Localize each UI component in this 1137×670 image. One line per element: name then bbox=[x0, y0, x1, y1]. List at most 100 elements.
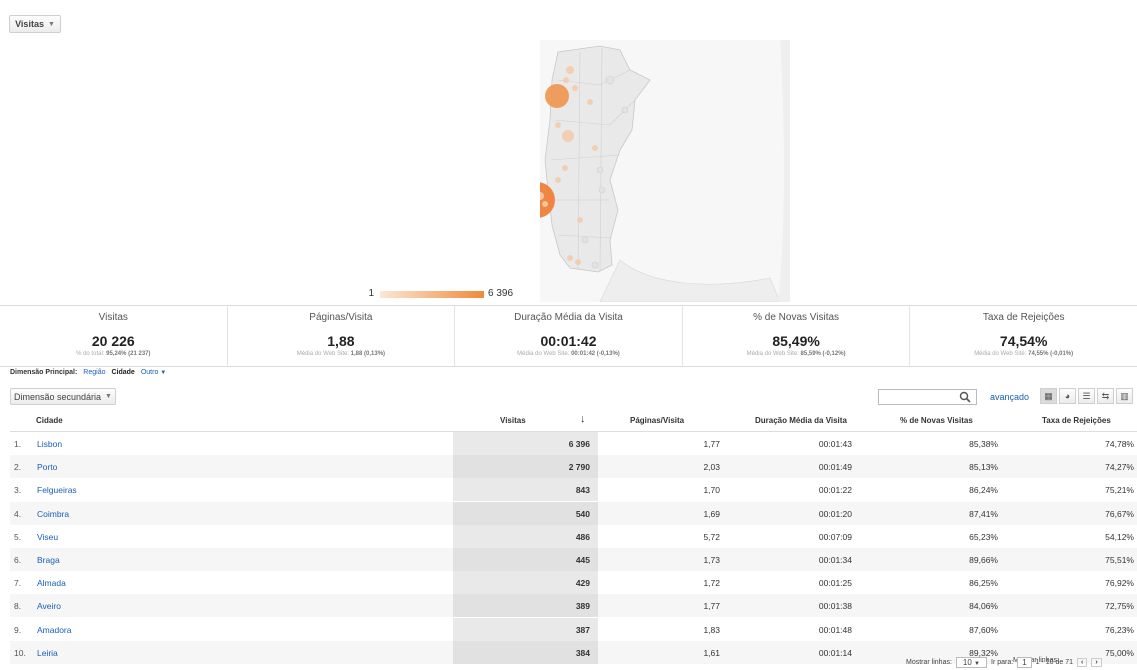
row-number: 6. bbox=[14, 555, 22, 565]
table-row: 1. Lisbon 6 396 1,77 00:01:43 85,38% 74,78% bbox=[10, 432, 1137, 455]
metric-selector-label: Visitas bbox=[15, 19, 44, 29]
visits-value: 486 bbox=[575, 531, 590, 542]
row-number: 9. bbox=[14, 624, 22, 635]
row-number: 5. bbox=[14, 531, 22, 542]
visits-value: 429 bbox=[575, 578, 590, 589]
advanced-filter-link[interactable]: avançado bbox=[990, 392, 1029, 402]
new-visits-value: 85,38% bbox=[969, 439, 998, 449]
city-link[interactable]: Braga bbox=[37, 555, 60, 565]
duration-value: 00:01:34 bbox=[818, 555, 852, 565]
visits-value: 2 790 bbox=[568, 462, 590, 473]
row-number: 1. bbox=[14, 439, 22, 449]
bounce-value: 76,67% bbox=[1105, 508, 1134, 519]
city-link[interactable]: Viseu bbox=[37, 532, 58, 542]
city-link[interactable]: Lisbon bbox=[37, 439, 62, 449]
legend-max: 6 396 bbox=[488, 288, 514, 299]
chevron-down-icon: ▼ bbox=[47, 20, 55, 28]
table-row: 3. Felgueiras 843 1,70 00:01:22 86,24% 75,21% bbox=[10, 478, 1137, 502]
duration-value: 00:07:09 bbox=[818, 531, 852, 542]
table-row: 9. Amadora 387 1,83 00:01:48 87,60% 76,23% bbox=[10, 617, 1137, 641]
row-number: 7. bbox=[14, 578, 22, 589]
pages-value: 1,77 bbox=[703, 601, 720, 612]
dimension-city[interactable]: Cidade bbox=[111, 369, 134, 376]
new-visits-value: 86,25% bbox=[969, 578, 998, 589]
bar-view-icon[interactable]: ☰ bbox=[1078, 388, 1095, 404]
header-city[interactable]: Cidade bbox=[36, 416, 63, 425]
bounce-value: 75,51% bbox=[1105, 555, 1134, 565]
pagination-controls: Mostrar linhas: 10 ▼ Ir para: 1 1 - 10 d… bbox=[906, 657, 1102, 668]
dimension-other[interactable]: Outro ▼ bbox=[141, 369, 166, 376]
duration-value: 00:01:49 bbox=[818, 462, 852, 473]
new-visits-value: 87,60% bbox=[969, 624, 998, 635]
bounce-value: 74,27% bbox=[1105, 462, 1134, 473]
row-number: 3. bbox=[14, 485, 22, 496]
summary-duration: Duração Média da Visita 00:01:42 Média d… bbox=[455, 306, 683, 366]
new-visits-value: 65,23% bbox=[969, 531, 998, 542]
pages-value: 1,73 bbox=[703, 555, 720, 565]
new-visits-value: 84,06% bbox=[969, 601, 998, 612]
visits-value: 843 bbox=[575, 485, 590, 496]
table-row: 5. Viseu 486 5,72 00:07:09 65,23% 54,12% bbox=[10, 524, 1137, 548]
city-link[interactable]: Aveiro bbox=[37, 601, 61, 611]
chevron-down-icon: ▼ bbox=[160, 370, 167, 376]
chevron-down-icon: ▼ bbox=[974, 661, 980, 667]
table-view-icon[interactable]: ▦ bbox=[1040, 388, 1057, 404]
table-header: Cidade Visitas ↓ Páginas/Visita Duração … bbox=[10, 410, 1137, 432]
duration-value: 00:01:22 bbox=[818, 485, 852, 496]
duration-value: 00:01:43 bbox=[818, 439, 852, 449]
pages-value: 1,77 bbox=[703, 439, 720, 449]
pages-value: 1,83 bbox=[703, 624, 720, 635]
summary-pages: Páginas/Visita 1,88 Média do Web Site: 1… bbox=[228, 306, 456, 366]
summary-new-visits: % de Novas Visitas 85,49% Média do Web S… bbox=[683, 306, 911, 366]
visits-value: 6 396 bbox=[568, 439, 590, 449]
new-visits-value: 85,13% bbox=[969, 462, 998, 473]
comparison-view-icon[interactable]: ⇆ bbox=[1097, 388, 1114, 404]
table-row: 4. Coimbra 540 1,69 00:01:20 87,41% 76,67% bbox=[10, 501, 1137, 525]
pages-value: 1,70 bbox=[703, 485, 720, 496]
legend-min: 1 bbox=[368, 288, 374, 299]
prev-page-icon[interactable]: ‹ bbox=[1077, 658, 1088, 667]
dimension-region[interactable]: Região bbox=[83, 369, 105, 376]
header-pages[interactable]: Páginas/Visita bbox=[630, 416, 684, 425]
pie-view-icon[interactable]: ◕ bbox=[1059, 388, 1076, 404]
secondary-dimension-button[interactable]: Dimensão secundária ▼ bbox=[10, 388, 116, 405]
bounce-value: 76,23% bbox=[1105, 624, 1134, 635]
visits-value: 387 bbox=[575, 624, 590, 635]
header-duration[interactable]: Duração Média da Visita bbox=[755, 416, 847, 425]
bounce-value: 72,75% bbox=[1105, 601, 1134, 612]
portugal-map[interactable] bbox=[540, 40, 790, 302]
search-icon[interactable] bbox=[959, 391, 971, 403]
row-number: 4. bbox=[14, 508, 22, 519]
header-bounce[interactable]: Taxa de Rejeições bbox=[1042, 416, 1111, 425]
next-page-icon[interactable]: › bbox=[1091, 658, 1102, 667]
duration-value: 00:01:48 bbox=[818, 624, 852, 635]
pages-value: 2,03 bbox=[703, 462, 720, 473]
summary-visits: Visitas 20 226 % do total: 95,24% (21 23… bbox=[0, 306, 228, 366]
city-link[interactable]: Felgueiras bbox=[37, 485, 77, 495]
visits-value: 389 bbox=[575, 601, 590, 612]
chevron-down-icon: ▼ bbox=[105, 393, 112, 400]
pages-value: 1,72 bbox=[703, 578, 720, 589]
duration-value: 00:01:38 bbox=[818, 601, 852, 612]
page-range: 1 - 10 de 71 bbox=[1035, 659, 1074, 666]
header-visits[interactable]: Visitas bbox=[500, 416, 526, 425]
city-link[interactable]: Almada bbox=[37, 578, 66, 588]
goto-page-input[interactable]: 1 bbox=[1017, 657, 1032, 668]
primary-dimension: Dimensão Principal: Região Cidade Outro … bbox=[10, 369, 166, 376]
new-visits-value: 86,24% bbox=[969, 485, 998, 496]
visits-value: 540 bbox=[575, 508, 590, 519]
row-number: 8. bbox=[14, 601, 22, 612]
header-new-visits[interactable]: % de Novas Visitas bbox=[900, 416, 973, 425]
city-link[interactable]: Coimbra bbox=[37, 509, 69, 519]
duration-value: 00:01:20 bbox=[818, 508, 852, 519]
city-link[interactable]: Amadora bbox=[37, 625, 72, 635]
table-row: 6. Braga 445 1,73 00:01:34 89,66% 75,51% bbox=[10, 548, 1137, 571]
metric-selector[interactable]: Visitas ▼ bbox=[9, 15, 61, 33]
duration-value: 00:01:25 bbox=[818, 578, 852, 589]
legend-gradient bbox=[380, 291, 484, 298]
sort-arrow-icon[interactable]: ↓ bbox=[580, 413, 586, 425]
rows-per-page-select[interactable]: 10 ▼ bbox=[955, 657, 987, 668]
summary-bounce: Taxa de Rejeições 74,54% Média do Web Si… bbox=[974, 312, 1074, 357]
pivot-view-icon[interactable]: ▥ bbox=[1116, 388, 1133, 404]
city-link[interactable]: Porto bbox=[37, 462, 57, 472]
